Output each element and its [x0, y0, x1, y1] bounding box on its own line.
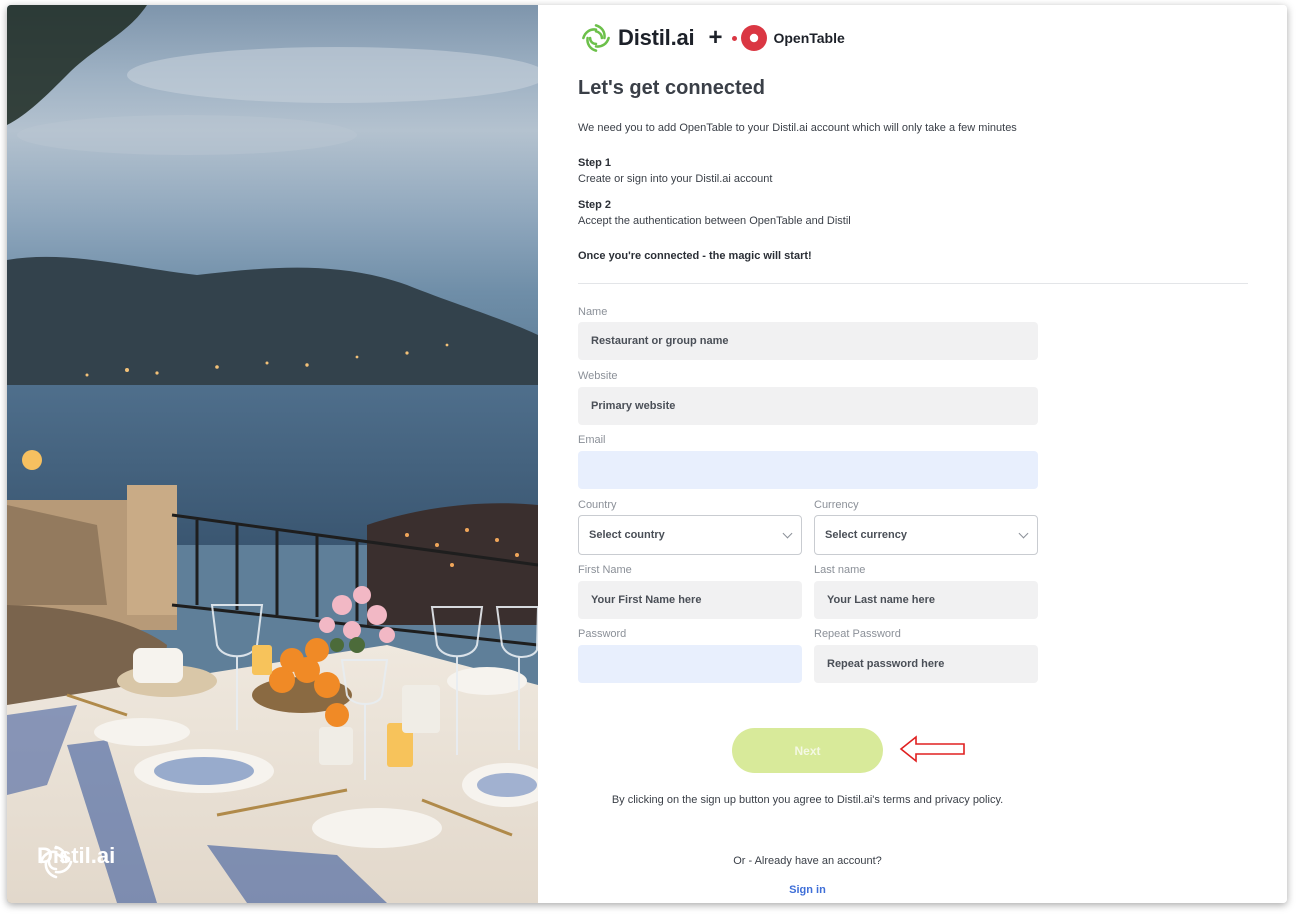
intro-text: We need you to add OpenTable to your Dis…	[578, 122, 1017, 134]
first-name-placeholder: Your First Name here	[591, 594, 702, 606]
sign-in-link[interactable]: Sign in	[538, 884, 1077, 896]
repeat-password-input[interactable]: Repeat password here	[814, 645, 1038, 683]
repeat-password-label: Repeat Password	[814, 628, 901, 640]
page-title: Let's get connected	[578, 77, 766, 99]
website-label: Website	[578, 370, 618, 382]
name-placeholder: Restaurant or group name	[591, 335, 729, 347]
currency-selected: Select currency	[825, 529, 907, 541]
email-label: Email	[578, 434, 606, 446]
currency-select[interactable]: Select currency	[814, 515, 1038, 555]
first-name-input[interactable]: Your First Name here	[578, 581, 802, 619]
app-window: Distil.ai Distil.ai + OpenTable Let's ge…	[7, 5, 1287, 903]
distil-logo-icon	[582, 24, 610, 52]
last-name-placeholder: Your Last name here	[827, 594, 935, 606]
password-label: Password	[578, 628, 627, 640]
step-2-heading: Step 2	[578, 199, 612, 211]
opentable-logo-icon	[741, 25, 768, 51]
website-placeholder: Primary website	[591, 400, 676, 412]
country-select[interactable]: Select country	[578, 515, 802, 555]
last-name-label: Last name	[814, 564, 866, 576]
photo-logo: Distil.ai	[37, 843, 115, 879]
name-label: Name	[578, 306, 608, 318]
first-name-label: First Name	[578, 564, 632, 576]
chevron-down-icon	[1018, 528, 1029, 538]
next-button[interactable]: Next	[732, 728, 883, 773]
password-input[interactable]	[578, 645, 802, 683]
step-2-text: Accept the authentication between OpenTa…	[578, 215, 851, 227]
name-input[interactable]: Restaurant or group name	[578, 322, 1038, 360]
brand-header: Distil.ai + OpenTable	[580, 21, 845, 55]
terms-text: By clicking on the sign up button you ag…	[611, 794, 1004, 806]
website-input[interactable]: Primary website	[578, 387, 1038, 425]
divider	[578, 283, 1248, 284]
country-label: Country	[578, 499, 617, 511]
magic-text: Once you're connected - the magic will s…	[578, 250, 812, 262]
country-selected: Select country	[589, 529, 665, 541]
distil-logo-icon	[39, 845, 73, 879]
plus-sign: +	[708, 24, 723, 51]
opentable-wordmark: OpenTable	[773, 30, 845, 46]
distil-wordmark: Distil.ai	[618, 25, 695, 50]
chevron-down-icon	[782, 528, 793, 538]
last-name-input[interactable]: Your Last name here	[814, 581, 1038, 619]
left-arrow-icon	[899, 735, 965, 763]
email-input[interactable]	[578, 451, 1038, 489]
opentable-dot-icon	[732, 35, 738, 41]
signup-panel: Distil.ai + OpenTable Let's get connecte…	[538, 5, 1287, 903]
step-1-heading: Step 1	[578, 157, 612, 169]
terrace-scene-illustration	[7, 5, 538, 903]
repeat-password-placeholder: Repeat password here	[827, 658, 945, 670]
currency-label: Currency	[814, 499, 859, 511]
hero-photo: Distil.ai	[7, 5, 538, 903]
step-1-text: Create or sign into your Distil.ai accou…	[578, 173, 773, 185]
already-account-text: Or - Already have an account?	[733, 855, 882, 867]
